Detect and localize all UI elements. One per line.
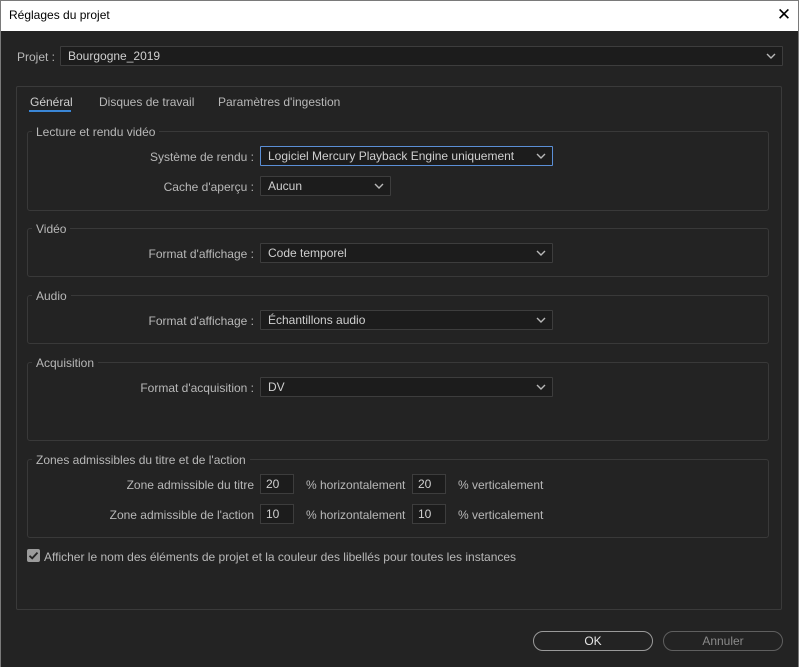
show-names-label: Afficher le nom des éléments de projet e… <box>44 550 517 564</box>
audio-display-format-value: Échantillons audio <box>268 313 366 327</box>
chevron-down-icon <box>536 153 546 160</box>
capture-group-title: Acquisition <box>32 356 99 370</box>
capture-format-value: DV <box>268 380 285 394</box>
title-safe-vertical-input[interactable]: 20 <box>412 474 446 494</box>
capture-format-dropdown[interactable]: DV <box>260 377 553 397</box>
window-title: Réglages du projet <box>9 8 110 22</box>
video-display-format-value: Code temporel <box>268 246 347 260</box>
project-dropdown[interactable]: Bourgogne_2019 <box>60 46 783 66</box>
title-safe-label: Zone admissible du titre <box>126 478 254 492</box>
title-safe-horizontal-unit: % horizontalement <box>306 478 406 492</box>
tab-active-underline <box>29 110 71 112</box>
preview-cache-dropdown[interactable]: Aucun <box>260 176 391 196</box>
playback-group <box>27 131 769 211</box>
ok-button[interactable]: OK <box>533 631 653 651</box>
cancel-button[interactable]: Annuler <box>663 631 783 651</box>
video-display-format-dropdown[interactable]: Code temporel <box>260 243 553 263</box>
title-safe-horizontal-input[interactable]: 20 <box>260 474 294 494</box>
action-safe-horizontal-input[interactable]: 10 <box>260 504 294 524</box>
safe-margins-group-title: Zones admissibles du titre et de l'actio… <box>32 453 250 467</box>
preview-cache-value: Aucun <box>268 179 303 193</box>
show-names-checkbox[interactable] <box>27 549 40 562</box>
audio-display-format-dropdown[interactable]: Échantillons audio <box>260 310 553 330</box>
preview-cache-label: Cache d'aperçu : <box>163 180 254 194</box>
tab-scratch-disks[interactable]: Disques de travail <box>99 95 194 109</box>
tab-ingest-settings[interactable]: Paramètres d'ingestion <box>218 95 340 109</box>
chevron-down-icon <box>766 53 776 60</box>
video-display-format-label: Format d'affichage : <box>148 247 254 261</box>
audio-group-title: Audio <box>32 289 71 303</box>
renderer-value: Logiciel Mercury Playback Engine uniquem… <box>268 149 515 163</box>
renderer-dropdown[interactable]: Logiciel Mercury Playback Engine uniquem… <box>260 146 553 166</box>
project-label: Projet : <box>17 50 56 64</box>
chevron-down-icon <box>536 250 546 257</box>
audio-display-format-label: Format d'affichage : <box>148 314 254 328</box>
renderer-label: Système de rendu : <box>149 150 254 164</box>
title-safe-vertical-unit: % verticalement <box>458 478 544 492</box>
chevron-down-icon <box>536 317 546 324</box>
action-safe-horizontal-unit: % horizontalement <box>306 508 406 522</box>
project-value: Bourgogne_2019 <box>68 49 161 63</box>
playback-group-title: Lecture et rendu vidéo <box>32 125 160 139</box>
chevron-down-icon <box>536 384 546 391</box>
title-bar <box>0 0 799 31</box>
capture-group <box>27 362 769 441</box>
action-safe-vertical-unit: % verticalement <box>458 508 544 522</box>
action-safe-vertical-input[interactable]: 10 <box>412 504 446 524</box>
video-group-title: Vidéo <box>32 222 71 236</box>
action-safe-label: Zone admissible de l'action <box>109 508 254 522</box>
safe-margins-group <box>27 459 769 538</box>
checkmark-icon <box>28 551 39 560</box>
capture-format-label: Format d'acquisition : <box>140 381 254 395</box>
chevron-down-icon <box>374 183 384 190</box>
tab-general[interactable]: Général <box>30 95 73 109</box>
close-icon[interactable]: ✕ <box>774 5 794 25</box>
